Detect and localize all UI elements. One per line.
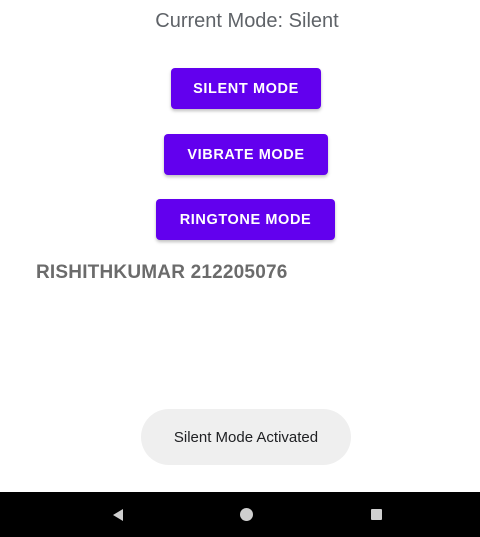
home-circle-icon <box>239 508 253 521</box>
current-mode-label: Current Mode: Silent <box>155 10 339 32</box>
silent-mode-button[interactable]: SILENT MODE <box>171 68 321 109</box>
vibrate-mode-button[interactable]: VIBRATE MODE <box>164 134 328 175</box>
recents-square-icon <box>370 509 382 520</box>
recents-button[interactable] <box>352 492 400 537</box>
back-triangle-icon <box>113 508 123 521</box>
home-button[interactable] <box>222 492 270 537</box>
system-navigation-bar <box>0 492 480 537</box>
ringtone-mode-button[interactable]: RINGTONE MODE <box>156 199 335 240</box>
student-name-label: RISHITHKUMAR 212205076 <box>36 262 288 283</box>
back-button[interactable] <box>94 492 142 537</box>
toast-message: Silent Mode Activated <box>141 409 351 465</box>
